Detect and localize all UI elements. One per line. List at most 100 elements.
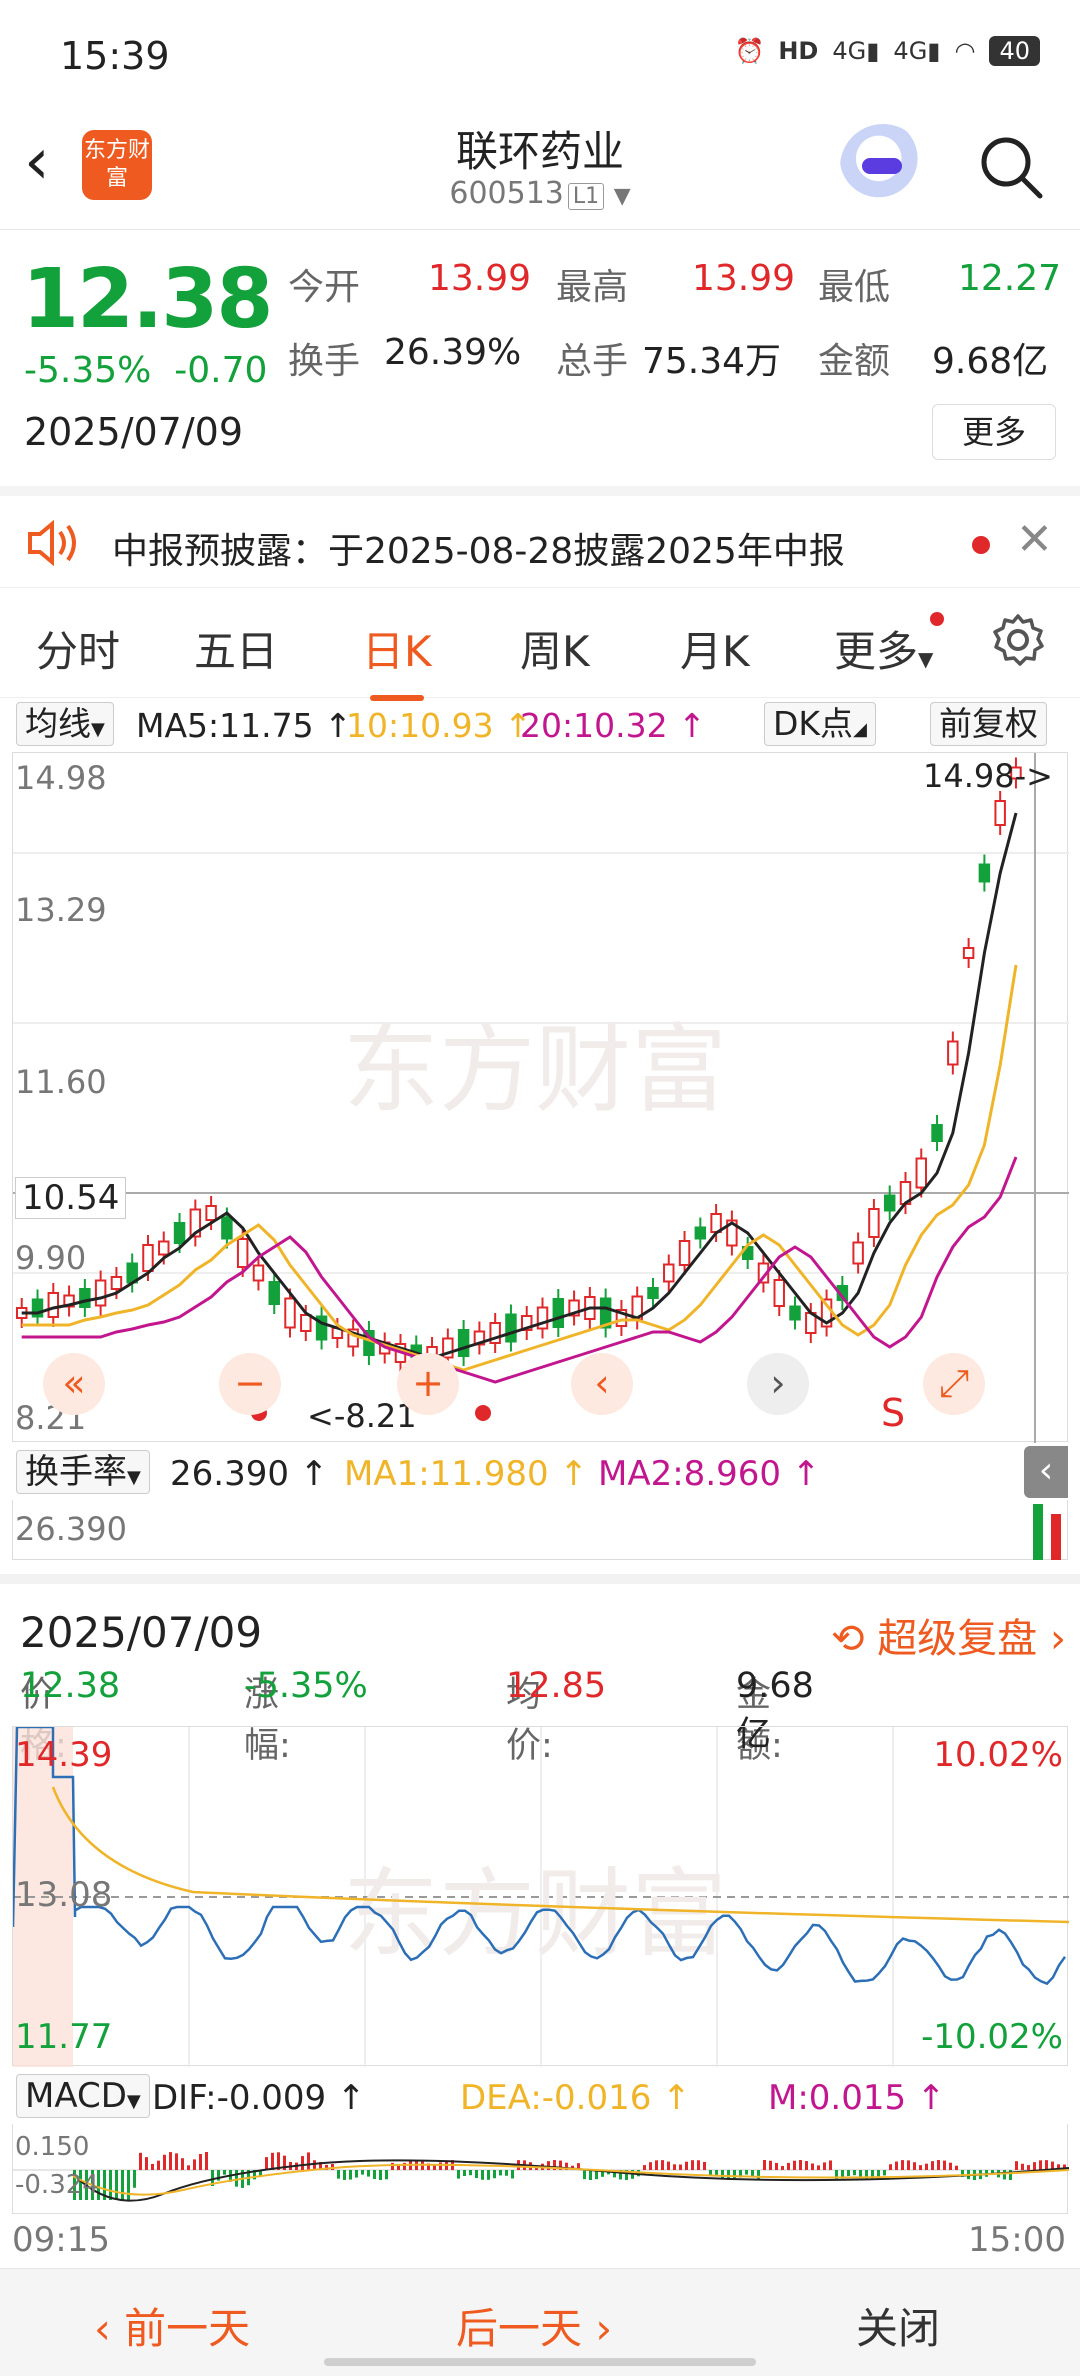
macd-bar <box>721 2170 724 2179</box>
macd-bar <box>1033 2162 1036 2170</box>
kline-chart[interactable]: 东方财富 14.98 13.29 11.60 9.90 8.21 10.54 1… <box>12 752 1068 1442</box>
robot-assistant-icon[interactable] <box>840 124 926 210</box>
macd-bar <box>481 2170 484 2180</box>
turnover-indicator-select[interactable]: 换手率▼ <box>16 1450 150 1494</box>
next-day-button[interactable]: 后一天 › <box>456 2295 612 2356</box>
macd-bar <box>1045 2160 1048 2170</box>
macd-plot <box>13 2124 1069 2214</box>
quote-date: 2025/07/09 <box>24 410 243 454</box>
unread-dot <box>972 536 990 554</box>
min-price-marker: <-8.21 <box>307 1397 417 1435</box>
ma20-value: 20:10.32 ↑ <box>520 706 706 745</box>
open-value: 13.99 <box>428 258 531 299</box>
y-label: 9.90 <box>15 1239 86 1277</box>
turnover-value: 26.39% <box>384 332 521 373</box>
chevron-left-icon: ‹ <box>1039 1450 1053 1491</box>
candle-body <box>680 1241 689 1265</box>
macd-bar <box>115 2170 118 2200</box>
kline-plot: 东方财富 <box>13 753 1069 1443</box>
macd-bar <box>187 2165 190 2170</box>
macd-bar <box>235 2170 238 2187</box>
macd-bar <box>943 2161 946 2170</box>
scroll-far-left-button[interactable]: « <box>43 1353 105 1415</box>
candle-body <box>459 1330 468 1356</box>
tab-weekly-k[interactable]: 周K <box>520 618 590 679</box>
stock-header: ‹ 东方财富 联环药业 600513 L1 ▼ <box>0 110 1080 230</box>
macd-bar <box>133 2170 136 2188</box>
macd-bar <box>367 2170 370 2177</box>
4g-signal-icon: 4G▮ <box>832 37 879 65</box>
prev-day-button[interactable]: ‹ 前一天 <box>94 2295 250 2356</box>
macd-bar <box>307 2152 310 2170</box>
avg-info-value: 12.85 <box>506 1666 606 1706</box>
caret-down-icon: ▼ <box>91 719 105 740</box>
ma-indicator-select[interactable]: 均线▼ <box>16 702 114 746</box>
adjust-button[interactable]: 前复权 <box>930 702 1047 746</box>
gear-icon[interactable] <box>990 612 1046 668</box>
macd-bar <box>1003 2170 1006 2179</box>
close-icon[interactable]: ✕ <box>1016 514 1053 565</box>
scroll-right-button[interactable]: › <box>747 1353 809 1415</box>
tab-more-dot <box>930 612 944 626</box>
more-quote-button[interactable]: 更多 <box>932 404 1056 460</box>
macd-indicator-select[interactable]: MACD▼ <box>16 2074 150 2118</box>
intraday-chart[interactable]: 东方财富 14.39 13.08 11.77 10.02% -10.02% <box>12 1726 1068 2066</box>
candle-body <box>932 1125 941 1141</box>
scroll-left-button[interactable]: ‹ <box>571 1353 633 1415</box>
y-label: 11.60 <box>15 1063 107 1101</box>
speaker-icon <box>26 518 82 568</box>
macd-bar <box>685 2162 688 2170</box>
turnover-indicator-label: 换手率 <box>25 1452 127 1492</box>
candle-body <box>143 1245 152 1271</box>
chart-tabs: 分时 五日 日K 周K 月K 更多▼ <box>0 588 1080 698</box>
zoom-in-button[interactable]: + <box>397 1353 459 1415</box>
macd-bar <box>883 2170 886 2175</box>
candle-body <box>96 1281 105 1306</box>
macd-bar <box>907 2160 910 2170</box>
macd-bar <box>703 2162 706 2170</box>
turnover-bar <box>1051 1514 1061 1560</box>
high-label: 最高 <box>556 258 628 310</box>
caret-down-icon: ▼ <box>127 1467 141 1488</box>
dk-point-button[interactable]: DK点◢ <box>764 702 876 746</box>
chevron-left-icon: ‹ <box>594 1361 609 1405</box>
super-replay-link[interactable]: ⟲ 超级复盘 › <box>831 1606 1066 1664</box>
fullscreen-button[interactable]: ⤢ <box>923 1353 985 1415</box>
macd-bar <box>493 2170 496 2178</box>
kline-toolbar: 均线▼ MA5:11.75 ↑ 10:10.93 ↑ 20:10.32 ↑ DK… <box>0 700 1080 750</box>
sell-marker: S <box>881 1391 905 1435</box>
tab-monthly-k[interactable]: 月K <box>680 618 750 679</box>
candle-body <box>885 1196 894 1211</box>
search-icon[interactable] <box>976 132 1046 202</box>
macd-bar <box>151 2164 154 2170</box>
collapse-panel-button[interactable]: ‹ <box>1024 1446 1068 1498</box>
tab-intraday[interactable]: 分时 <box>36 618 120 679</box>
macd-bar <box>169 2152 172 2170</box>
chevron-down-icon: ▼ <box>614 184 631 209</box>
close-button[interactable]: 关闭 <box>856 2295 940 2356</box>
macd-bar <box>271 2153 274 2170</box>
intraday-plot: 东方财富 <box>13 1727 1069 2067</box>
tab-five-day[interactable]: 五日 <box>194 618 278 679</box>
candle-body <box>648 1288 657 1298</box>
macd-bar <box>385 2170 388 2179</box>
macd-bar <box>589 2170 592 2180</box>
tab-more[interactable]: 更多▼ <box>834 618 933 679</box>
macd-bar <box>667 2162 670 2170</box>
macd-bar <box>679 2165 682 2170</box>
candle-body <box>664 1265 673 1282</box>
caret-down-icon: ▼ <box>918 647 933 671</box>
amount-value: 9.68亿 <box>932 332 1048 384</box>
battery-icon: 40 <box>989 36 1040 66</box>
notice-bar[interactable]: 中报预披露：于2025-08-28披露2025年中报 ✕ <box>0 486 1080 588</box>
turnover-toolbar: 换手率▼ 26.390 ↑ MA1:11.980 ↑ MA2:8.960 ↑ ‹ <box>0 1446 1080 1500</box>
status-time: 15:39 <box>60 34 170 78</box>
turnover-bar <box>1033 1504 1043 1560</box>
candle-body <box>995 801 1004 825</box>
tab-daily-k[interactable]: 日K <box>362 618 432 679</box>
macd-m: M:0.015 ↑ <box>768 2078 945 2118</box>
macd-bar <box>1015 2161 1018 2170</box>
zoom-out-button[interactable]: − <box>219 1353 281 1415</box>
candle-body <box>49 1293 58 1317</box>
macd-bar <box>937 2160 940 2170</box>
